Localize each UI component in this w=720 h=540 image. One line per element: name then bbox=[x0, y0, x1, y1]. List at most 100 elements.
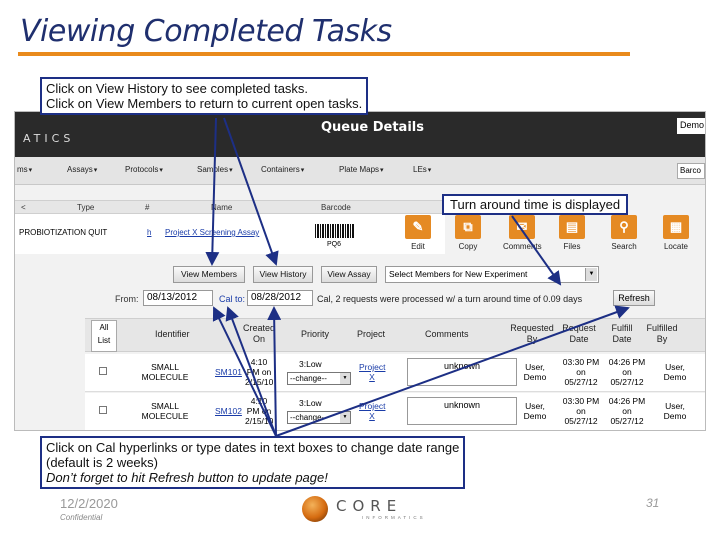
chevron-down-icon: ▾ bbox=[300, 167, 305, 174]
chevron-down-icon: ▾ bbox=[28, 167, 33, 174]
row-fulfilled-by: User, Demo bbox=[663, 362, 687, 382]
menu-item-items[interactable]: ms▾ bbox=[17, 165, 32, 174]
row-identifier: SMALL MOLECULE bbox=[141, 401, 189, 421]
row-priority: 3:Low bbox=[299, 398, 322, 408]
date-range-bar: From: 08/13/2012 Cal to: 08/28/2012 Cal,… bbox=[15, 290, 705, 308]
row-requested-by: User, Demo bbox=[523, 362, 547, 382]
view-assay-button[interactable]: View Assay bbox=[321, 266, 377, 283]
pencil-icon: ✎ bbox=[405, 215, 431, 239]
comment-icon: ✉ bbox=[509, 215, 535, 239]
view-history-button[interactable]: View History bbox=[253, 266, 313, 283]
search-icon: ⚲ bbox=[611, 215, 637, 239]
row-created: 4:10 PM on 2/15/10 bbox=[245, 396, 274, 426]
row-comment-box[interactable]: unknown bbox=[407, 358, 517, 386]
logo-sphere-icon bbox=[302, 496, 328, 522]
grid-header-name: Name bbox=[211, 203, 233, 212]
chevron-down-icon: ▾ bbox=[380, 167, 384, 174]
user-menu[interactable]: Demo bbox=[677, 118, 705, 134]
grid-nav-prev[interactable]: < bbox=[21, 203, 26, 212]
select-all-list[interactable]: All List bbox=[91, 320, 117, 352]
table-row: SMALL MOLECULE SM101 4:10 PM on 2/15/10 … bbox=[85, 354, 705, 392]
priority-select[interactable]: --change-- ▼ bbox=[287, 411, 351, 424]
row-priority: 3:Low bbox=[299, 359, 322, 369]
page-number: 31 bbox=[646, 496, 660, 510]
experiment-row: PROBIOTIZATION QUIT h Project X Screenin… bbox=[15, 214, 445, 254]
page-title: Queue Details bbox=[321, 120, 424, 135]
chevron-down-icon: ▼ bbox=[585, 268, 597, 281]
core-logo: CORE INFORMATICS bbox=[300, 494, 423, 524]
file-icon: ▤ bbox=[559, 215, 585, 239]
row-identifier-link[interactable]: SM102 bbox=[215, 406, 242, 416]
col-created: Created On bbox=[242, 323, 276, 344]
row-project-link[interactable]: Project X bbox=[359, 401, 385, 421]
callout-date-range: Click on Cal hyperlinks or type dates in… bbox=[40, 436, 466, 489]
from-date-input[interactable]: 08/13/2012 bbox=[143, 290, 213, 306]
logo-word: CORE bbox=[336, 497, 403, 515]
col-request-date: Request Date bbox=[562, 323, 596, 344]
col-priority: Priority bbox=[301, 329, 330, 339]
col-requested-by: Requested By bbox=[510, 323, 554, 344]
chevron-down-icon: ▾ bbox=[427, 167, 432, 174]
cal-to-link[interactable]: Cal to: bbox=[219, 294, 245, 304]
app-header: ATICS Queue Details Demo bbox=[15, 112, 705, 157]
menu-item-assays[interactable]: Assays▾ bbox=[67, 165, 97, 174]
grid-header-type: Type bbox=[77, 203, 95, 212]
col-fulfill-date: Fulfill Date bbox=[611, 323, 633, 344]
requests-table-header: Identifier Created On Priority Project C… bbox=[85, 318, 705, 352]
chevron-down-icon: ▼ bbox=[340, 373, 350, 384]
menu-item-protocols[interactable]: Protocols▾ bbox=[125, 165, 163, 174]
menu-item-les[interactable]: LEs▾ bbox=[413, 165, 431, 174]
col-comments: Comments bbox=[425, 329, 469, 339]
slide-title: Viewing Completed Tasks bbox=[20, 14, 392, 49]
row-fulfill-date: 04:26 PM on 05/27/12 bbox=[608, 357, 646, 387]
row-identifier: SMALL MOLECULE bbox=[141, 362, 189, 382]
row-fulfill-date: 04:26 PM on 05/27/12 bbox=[608, 396, 646, 426]
view-members-button[interactable]: View Members bbox=[173, 266, 245, 283]
barcode-text: PQ6 bbox=[327, 241, 342, 248]
menu-item-plate-maps[interactable]: Plate Maps▾ bbox=[339, 165, 384, 174]
row-checkbox[interactable] bbox=[99, 406, 107, 414]
select-all-link[interactable]: All bbox=[92, 321, 116, 334]
chevron-down-icon: ▾ bbox=[229, 167, 233, 174]
title-underline bbox=[18, 52, 630, 56]
experiment-grid-header: < Type # Name Barcode bbox=[15, 200, 445, 214]
turnaround-summary: Cal, 2 requests were processed w/ a turn… bbox=[317, 294, 583, 304]
copy-icon: ⧉ bbox=[455, 215, 481, 239]
files-tool[interactable]: ▤ Files bbox=[553, 215, 591, 259]
from-label: From: bbox=[115, 294, 139, 304]
row-identifier-link[interactable]: SM101 bbox=[215, 367, 242, 377]
grid-header-barcode: Barcode bbox=[321, 203, 351, 212]
callout-turnaround: Turn around time is displayed bbox=[442, 194, 629, 215]
footer-date: 12/2/2020 bbox=[60, 496, 118, 511]
copy-tool[interactable]: ⧉ Copy bbox=[449, 215, 487, 259]
logo-sub: INFORMATICS bbox=[362, 515, 426, 520]
comments-tool[interactable]: ✉ Comments bbox=[503, 215, 542, 259]
row-checkbox[interactable] bbox=[99, 367, 107, 375]
building-icon: ▦ bbox=[663, 215, 689, 239]
col-fulfilled-by: Fulfilled By bbox=[646, 323, 678, 344]
row-project-link[interactable]: Project X bbox=[359, 362, 385, 382]
priority-select[interactable]: --change-- ▼ bbox=[287, 372, 351, 385]
row-comment-box[interactable]: unknown bbox=[407, 397, 517, 425]
barcode-image bbox=[315, 224, 355, 238]
footer-confidential: Confidential bbox=[60, 513, 103, 522]
chevron-down-icon: ▼ bbox=[340, 412, 350, 423]
to-date-input[interactable]: 08/28/2012 bbox=[247, 290, 313, 306]
experiment-name-link[interactable]: Project X Screening Assay bbox=[165, 228, 259, 237]
chevron-down-icon: ▾ bbox=[159, 167, 163, 174]
select-members-dropdown[interactable]: Select Members for New Experiment ▼ bbox=[385, 266, 599, 283]
menu-item-containers[interactable]: Containers▾ bbox=[261, 165, 304, 174]
menu-item-samples[interactable]: Samples▾ bbox=[197, 165, 233, 174]
grid-header-num: # bbox=[145, 203, 150, 212]
app-screenshot: ATICS Queue Details Demo ms▾ Assays▾ Pro… bbox=[14, 111, 706, 431]
search-tool[interactable]: ⚲ Search bbox=[605, 215, 643, 259]
col-project: Project bbox=[357, 329, 386, 339]
chevron-down-icon: ▾ bbox=[93, 167, 98, 174]
app-brand: ATICS bbox=[23, 132, 75, 145]
barcode-search-input[interactable]: Barco bbox=[677, 163, 705, 179]
experiment-num-link[interactable]: h bbox=[147, 228, 151, 237]
refresh-button[interactable]: Refresh bbox=[613, 290, 655, 306]
edit-tool[interactable]: ✎ Edit bbox=[399, 215, 437, 259]
list-link[interactable]: List bbox=[92, 334, 116, 347]
locate-tool[interactable]: ▦ Locate bbox=[657, 215, 695, 259]
